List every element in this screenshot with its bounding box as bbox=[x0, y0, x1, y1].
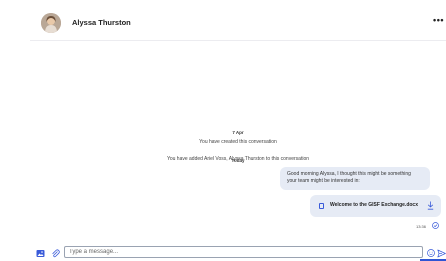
attachment-name[interactable]: Welcome to the GISF Exchange.docx bbox=[330, 202, 418, 209]
more-options-button[interactable]: ••• bbox=[433, 15, 444, 25]
paperclip-icon[interactable] bbox=[51, 249, 60, 258]
conversation-header: Alyssa Thurston ••• bbox=[30, 10, 446, 41]
message-timestamp: 13:36 bbox=[415, 224, 426, 229]
message-text-line-1: Good morning Alyssa, I thought this migh… bbox=[287, 171, 411, 177]
image-icon[interactable] bbox=[36, 249, 45, 258]
send-icon[interactable] bbox=[437, 249, 446, 258]
date-separator-today: Today bbox=[231, 158, 245, 163]
attachment-bubble[interactable]: Welcome to the GISF Exchange.docx bbox=[310, 195, 441, 217]
message-text-line-2: your team might be interested in: bbox=[287, 178, 360, 184]
system-message-created: You have created this conversation bbox=[199, 139, 277, 145]
emoji-icon[interactable] bbox=[427, 249, 435, 257]
contact-avatar[interactable] bbox=[41, 13, 61, 33]
download-icon[interactable] bbox=[427, 201, 434, 210]
contact-name: Alyssa Thurston bbox=[72, 18, 131, 27]
date-separator: 7 Apr bbox=[232, 130, 244, 135]
document-icon bbox=[319, 203, 324, 209]
message-input[interactable] bbox=[64, 246, 423, 258]
check-circle-icon bbox=[432, 222, 439, 229]
message-bubble: Good morning Alyssa, I thought this migh… bbox=[280, 167, 430, 190]
